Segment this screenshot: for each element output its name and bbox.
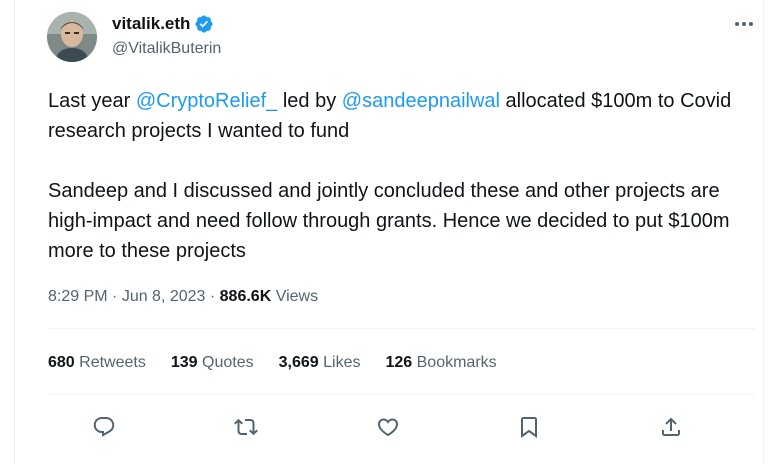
bookmarks-stat[interactable]: 126 Bookmarks [385,353,496,373]
retweet-icon [234,418,258,436]
mention-link-sandeepnailwal[interactable]: @sandeepnailwal [342,90,500,112]
bookmark-icon [521,417,537,438]
share-icon [662,417,680,436]
like-button[interactable] [371,410,405,444]
quotes-label: Quotes [202,354,254,371]
likes-label: Likes [323,354,361,371]
mention-link-cryptorelief[interactable]: @CryptoRelief_ [136,90,277,112]
more-options-icon[interactable] [731,16,757,32]
tweet-text: Last year @CryptoRelief_ led by @sandeep… [48,86,758,266]
tweet-card: vitalik.eth @VitalikButerin Last year @C… [14,0,764,464]
tweet-paragraph-2: Sandeep and I discussed and jointly conc… [48,180,730,262]
bookmark-button[interactable] [512,410,546,444]
retweet-button[interactable] [229,410,263,444]
divider [48,328,755,329]
meta-separator: · [107,288,122,305]
avatar[interactable] [47,12,97,62]
retweets-stat[interactable]: 680 Retweets [48,353,146,373]
like-icon [377,418,399,437]
views-count: 886.6K [219,288,272,305]
bookmarks-count: 126 [385,354,413,371]
tweet-text-segment: Last year [48,90,136,112]
engagement-stats: 680 Retweets 139 Quotes 3,669 Likes 126 … [48,353,497,373]
tweet-date[interactable]: Jun 8, 2023 [122,288,206,305]
meta-separator: · [205,288,220,305]
action-bar [15,410,763,444]
reply-button[interactable] [87,410,121,444]
bookmarks-label: Bookmarks [416,354,497,371]
views-label: Views [271,288,319,305]
reply-icon [93,417,115,437]
tweet-time[interactable]: 8:29 PM [48,288,108,305]
share-button[interactable] [654,410,688,444]
quotes-stat[interactable]: 139 Quotes [171,353,254,373]
retweets-label: Retweets [79,354,146,371]
author-handle[interactable]: @VitalikButerin [112,39,221,59]
divider [48,394,755,395]
verified-badge-icon [194,14,214,34]
author-name[interactable]: vitalik.eth [112,14,214,34]
tweet-meta: 8:29 PM · Jun 8, 2023 · 886.6K Views [48,287,318,307]
likes-count: 3,669 [278,354,319,371]
display-name-text: vitalik.eth [112,14,191,33]
avatar-image [47,12,97,62]
tweet-paragraph-1: Last year @CryptoRelief_ led by @sandeep… [48,86,758,146]
retweets-count: 680 [48,354,75,371]
likes-stat[interactable]: 3,669 Likes [279,353,361,373]
quotes-count: 139 [170,354,198,371]
tweet-text-segment: led by [277,90,342,112]
